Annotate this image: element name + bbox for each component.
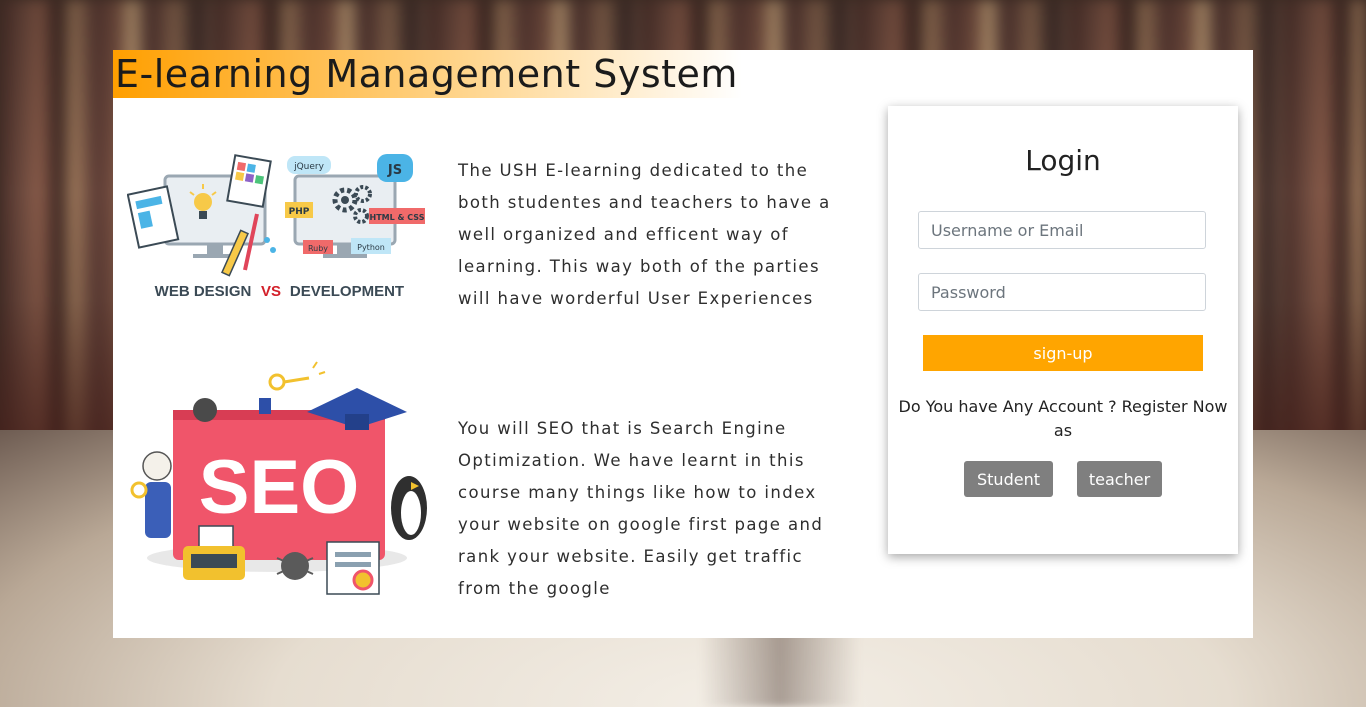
login-title: Login — [1025, 144, 1101, 177]
web-design-vs-development-image: jQuery JS PHP HTML & CSS Ruby Python WEB… — [127, 154, 425, 300]
svg-text:WEB DESIGN: WEB DESIGN — [155, 283, 252, 300]
penguin-icon — [391, 476, 427, 540]
svg-text:PHP: PHP — [289, 207, 310, 217]
svg-text:VS: VS — [261, 283, 281, 300]
feature-description: You will SEO that is Search Engine Optim… — [458, 419, 824, 598]
register-prompt: Do You have Any Account ? Register Now a… — [898, 397, 1228, 440]
key-icon — [268, 361, 326, 391]
signup-button[interactable]: sign-up — [923, 335, 1203, 371]
password-input[interactable] — [918, 273, 1206, 311]
svg-text:Ruby: Ruby — [308, 244, 328, 253]
page-title: E-learning Management System — [113, 50, 742, 98]
feature-description: The USH E-learning dedicated to the both… — [458, 161, 831, 308]
teacher-button[interactable]: teacher — [1077, 461, 1162, 497]
svg-text:SEO: SEO — [199, 445, 360, 530]
student-button[interactable]: Student — [964, 461, 1053, 497]
feature-seo: SEO You will SEO that is Search Engine O… — [127, 358, 847, 608]
svg-text:jQuery: jQuery — [293, 162, 325, 172]
username-input[interactable] — [918, 211, 1206, 249]
feature-web-design: jQuery JS PHP HTML & CSS Ruby Python WEB… — [127, 150, 847, 320]
svg-text:DEVELOPMENT: DEVELOPMENT — [290, 283, 404, 300]
login-card: Login sign-up Do You have Any Account ? … — [888, 106, 1238, 554]
svg-text:HTML & CSS: HTML & CSS — [370, 213, 425, 222]
seo-image: SEO — [130, 361, 427, 595]
svg-text:Python: Python — [357, 243, 385, 252]
svg-text:JS: JS — [387, 163, 402, 178]
certificate-icon — [326, 541, 380, 595]
